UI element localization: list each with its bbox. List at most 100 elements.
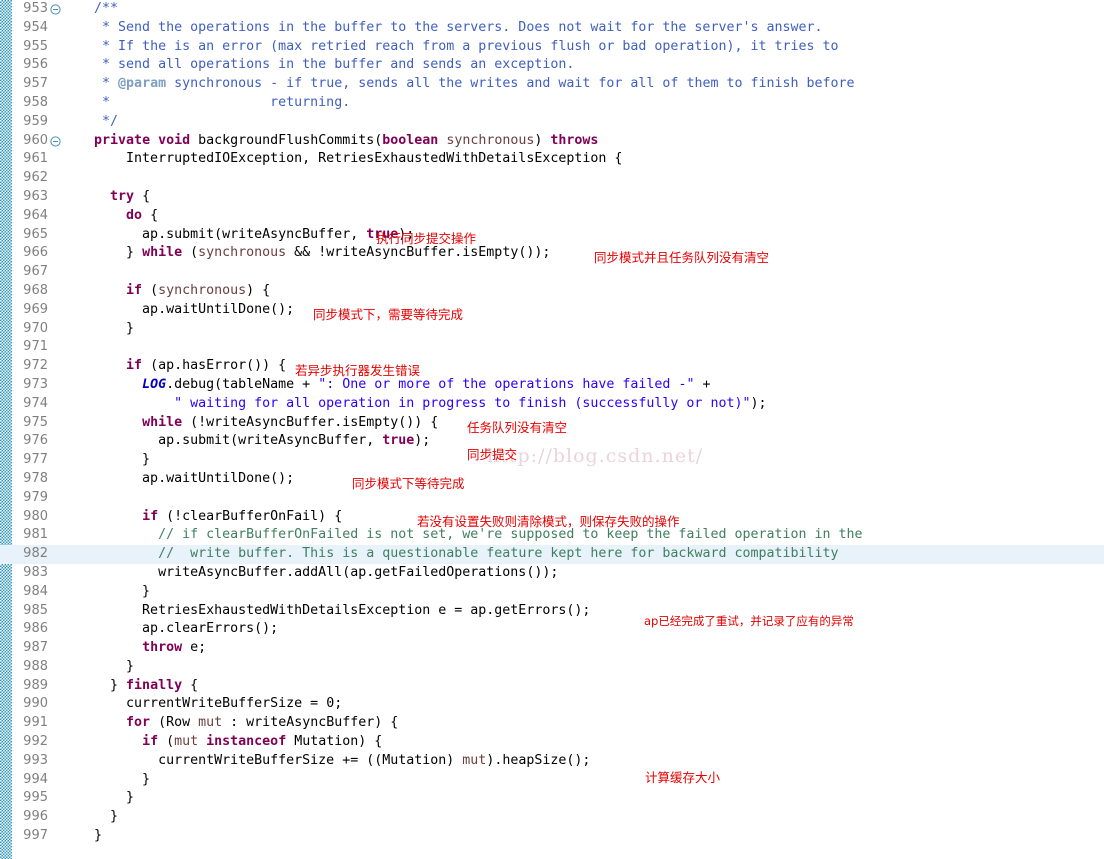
- code-text: ap.submit(writeAsyncBuffer, true);: [62, 433, 431, 449]
- code-annotation: 若异步执行器发生错误: [295, 363, 421, 378]
- line-number: 974: [23, 395, 48, 411]
- fold-collapse-icon[interactable]: [50, 135, 61, 147]
- line-number: 956: [23, 57, 48, 73]
- code-line[interactable]: 986 ap.clearErrors();: [0, 620, 1104, 639]
- line-number: 976: [23, 433, 48, 449]
- code-line[interactable]: 965 ap.submit(writeAsyncBuffer, true);: [0, 226, 1104, 245]
- code-text: ap.waitUntilDone();: [62, 470, 295, 486]
- code-text: }: [62, 828, 103, 844]
- line-number: 971: [23, 339, 48, 355]
- code-text: writeAsyncBuffer.addAll(ap.getFailedOper…: [62, 564, 559, 580]
- code-line[interactable]: 962: [0, 169, 1104, 188]
- line-number: 970: [23, 320, 48, 336]
- line-number: 963: [23, 188, 48, 204]
- line-number: 954: [23, 19, 48, 35]
- line-number: 990: [23, 696, 48, 712]
- code-line[interactable]: 956 * send all operations in the buffer …: [0, 56, 1104, 75]
- code-line[interactable]: 991 for (Row mut : writeAsyncBuffer) {: [0, 714, 1104, 733]
- code-line[interactable]: 959 */: [0, 113, 1104, 132]
- code-text: } finally {: [62, 677, 199, 693]
- line-number: 993: [23, 752, 48, 768]
- line-number: 977: [23, 452, 48, 468]
- code-line[interactable]: 972 if (ap.hasError()) {: [0, 357, 1104, 376]
- code-line[interactable]: 978 ap.waitUntilDone();: [0, 470, 1104, 489]
- line-number: 997: [23, 828, 48, 844]
- line-number: 980: [23, 508, 48, 524]
- code-line[interactable]: 992 if (mut instanceof Mutation) {: [0, 733, 1104, 752]
- code-line[interactable]: 988 }: [0, 658, 1104, 677]
- code-line[interactable]: 990 currentWriteBufferSize = 0;: [0, 695, 1104, 714]
- code-text: if (synchronous) {: [126, 282, 271, 298]
- line-number: 957: [23, 76, 48, 92]
- code-line[interactable]: 985 RetriesExhaustedWithDetailsException…: [0, 602, 1104, 621]
- code-text: * returning.: [102, 94, 351, 110]
- code-line[interactable]: 977 }: [0, 451, 1104, 470]
- code-line[interactable]: 964 do {: [0, 207, 1104, 226]
- line-number: 996: [23, 809, 48, 825]
- code-text: currentWriteBufferSize += ((Mutation) mu…: [62, 752, 591, 768]
- code-text: */: [102, 113, 119, 129]
- code-text: }: [62, 583, 151, 599]
- line-number: 979: [23, 489, 48, 505]
- code-annotation: 同步模式并且任务队列没有清空: [594, 250, 770, 265]
- code-line[interactable]: 970 }: [0, 320, 1104, 339]
- code-line[interactable]: 969 ap.waitUntilDone();: [0, 301, 1104, 320]
- line-number: 958: [23, 94, 48, 110]
- code-text: private void backgroundFlushCommits(bool…: [94, 132, 599, 148]
- code-text: for (Row mut : writeAsyncBuffer) {: [126, 715, 399, 731]
- fold-collapse-icon[interactable]: [50, 4, 61, 15]
- code-line[interactable]: 957 * @param synchronous - if true, send…: [0, 75, 1104, 94]
- line-number: 981: [23, 527, 48, 543]
- code-text: // write buffer. This is a questionable …: [158, 546, 839, 562]
- line-number: 959: [23, 113, 48, 129]
- code-line[interactable]: 955 * If the is an error (max retried re…: [0, 38, 1104, 57]
- code-line[interactable]: 966 } while (synchronous && !writeAsyncB…: [0, 244, 1104, 263]
- code-text: }: [62, 790, 135, 806]
- code-text: * Send the operations in the buffer to t…: [102, 19, 823, 35]
- code-line[interactable]: 983 writeAsyncBuffer.addAll(ap.getFailed…: [0, 564, 1104, 583]
- code-text: if (ap.hasError()) {: [126, 358, 287, 374]
- code-text: * send all operations in the buffer and …: [102, 57, 575, 73]
- code-line[interactable]: 979: [0, 489, 1104, 508]
- code-text: RetriesExhaustedWithDetailsException e =…: [62, 602, 591, 618]
- line-number: 992: [23, 734, 48, 750]
- code-text: } while (synchronous && !writeAsyncBuffe…: [62, 245, 551, 261]
- code-line[interactable]: 953 /**: [0, 0, 1104, 19]
- line-number: 965: [23, 226, 48, 242]
- code-line[interactable]: 954 * Send the operations in the buffer …: [0, 19, 1104, 38]
- code-line[interactable]: 960 private void backgroundFlushCommits(…: [0, 132, 1104, 151]
- code-line[interactable]: 971: [0, 338, 1104, 357]
- code-line[interactable]: 974 " waiting for all operation in progr…: [0, 395, 1104, 414]
- code-line[interactable]: 997 }: [0, 827, 1104, 846]
- code-line[interactable]: 967: [0, 263, 1104, 282]
- code-line[interactable]: 958 * returning.: [0, 94, 1104, 113]
- code-text: }: [62, 320, 135, 336]
- code-text: InterruptedIOException, RetriesExhausted…: [62, 151, 623, 167]
- line-number: 984: [23, 583, 48, 599]
- code-line[interactable]: 995 }: [0, 789, 1104, 808]
- code-editor[interactable]: 953 /** 954 * Send the operations in the …: [0, 0, 1104, 859]
- code-line[interactable]: 968 if (synchronous) {: [0, 282, 1104, 301]
- code-line[interactable]: 973 LOG.debug(tableName + ": One or more…: [0, 376, 1104, 395]
- code-line[interactable]: 963 try {: [0, 188, 1104, 207]
- code-line[interactable]: 987 throw e;: [0, 639, 1104, 658]
- line-number: 983: [23, 564, 48, 580]
- code-text: * @param synchronous - if true, sends al…: [102, 76, 855, 92]
- code-text: while (!writeAsyncBuffer.isEmpty()) {: [142, 414, 439, 430]
- line-number: 991: [23, 715, 48, 731]
- code-line[interactable]: 993 currentWriteBufferSize += ((Mutation…: [0, 752, 1104, 771]
- code-line[interactable]: 961 InterruptedIOException, RetriesExhau…: [0, 150, 1104, 169]
- code-line[interactable]: 996 }: [0, 808, 1104, 827]
- code-line[interactable]: 989 } finally {: [0, 677, 1104, 696]
- line-number: 987: [23, 640, 48, 656]
- code-line[interactable]: 984 }: [0, 583, 1104, 602]
- code-text: * If the is an error (max retried reach …: [102, 38, 839, 54]
- code-text: do {: [126, 207, 159, 223]
- code-text: }: [62, 452, 151, 468]
- code-text: try {: [110, 188, 151, 204]
- code-line[interactable]: 994 }: [0, 771, 1104, 790]
- code-text: }: [62, 771, 151, 787]
- line-number: 966: [23, 245, 48, 261]
- code-line[interactable]: 982 // write buffer. This is a questiona…: [0, 545, 1104, 564]
- line-number: 982: [14, 545, 48, 564]
